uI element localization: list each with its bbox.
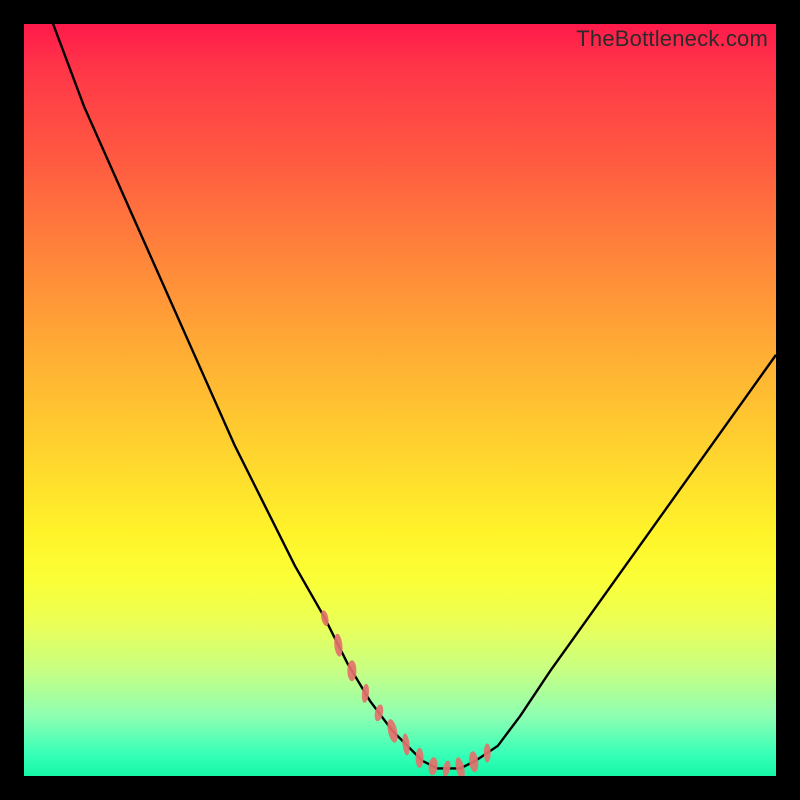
highlight-marker xyxy=(386,718,400,743)
highlight-markers xyxy=(320,610,491,776)
highlight-marker xyxy=(468,751,479,773)
curve-layer xyxy=(24,24,776,776)
highlight-marker xyxy=(401,733,410,756)
bottleneck-curve xyxy=(24,24,776,768)
chart-frame: TheBottleneck.com xyxy=(0,0,800,800)
plot-area: TheBottleneck.com xyxy=(24,24,776,776)
highlight-marker xyxy=(347,660,356,681)
highlight-marker xyxy=(428,757,439,776)
highlight-marker xyxy=(416,748,424,768)
highlight-marker xyxy=(484,743,491,762)
